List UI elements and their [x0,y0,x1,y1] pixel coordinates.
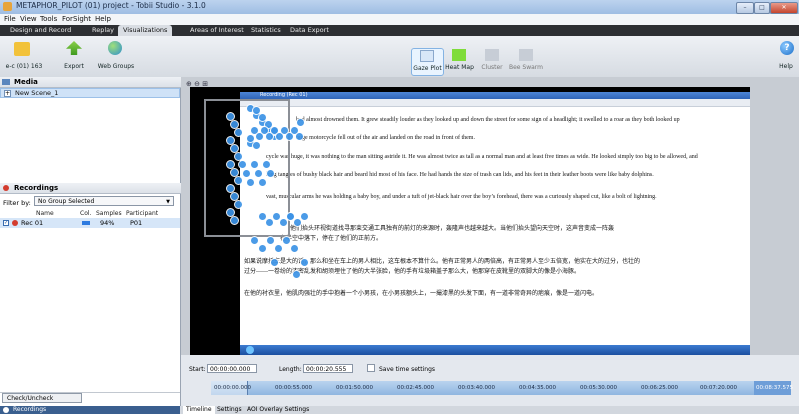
check-uncheck-button[interactable]: Check/Uncheck [2,393,82,403]
timeline-tick: 00:05:30.000 [580,385,617,391]
timeline-tick: 00:01:50.000 [336,385,373,391]
recordings-footer[interactable]: Recordings [0,406,180,414]
tab-timeline[interactable]: Timeline [183,406,215,414]
timeline-tick: 00:02:45.000 [397,385,434,391]
timeline-tick: 00:03:40.000 [458,385,495,391]
bottom-tabs: Timeline Settings AOI Overlay Settings [181,406,799,414]
gaze-fixation [246,178,255,187]
gaze-fixation [258,178,267,187]
gaze-fixation [262,160,271,169]
timeline-tick: 00:00:55.000 [275,385,312,391]
start-label: Start: [189,366,206,373]
gaze-fixation [252,141,261,150]
tab-settings[interactable]: Settings [217,406,242,414]
length-time-input[interactable]: 00:00:20.555 [303,364,353,373]
gaze-plot-layer [0,0,799,355]
gaze-fixation [234,128,243,137]
timeline-tick: 00:07:20.000 [700,385,737,391]
gaze-fixation [230,216,239,225]
gaze-fixation [254,169,263,178]
recordings-footer-label: Recordings [13,406,47,413]
gaze-fixation [234,176,243,185]
gaze-fixation [296,118,305,127]
gaze-fixation [242,169,251,178]
start-orb-icon [246,346,254,354]
gaze-fixation [270,258,279,267]
gaze-fixation [238,160,247,169]
gaze-fixation [300,212,309,221]
gaze-fixation [258,244,267,253]
gaze-fixation [250,236,259,245]
length-label: Length: [279,366,302,373]
gaze-fixation [295,132,304,141]
timeline-tick: 00:04:35.000 [519,385,556,391]
timeline-tick: 00:00:00.000 [214,385,251,391]
gaze-fixation [250,160,259,169]
gaze-fixation [300,258,309,267]
gaze-fixation [266,236,275,245]
gaze-fixation [274,244,283,253]
timeline-tick: 00:08:37.575 [756,385,793,391]
save-time-checkbox[interactable] [367,364,375,372]
gaze-fixation [234,200,243,209]
gaze-fixation [292,270,301,279]
recordings-footer-icon [3,407,9,413]
start-time-input[interactable]: 00:00:00.000 [207,364,257,373]
timeline-tick: 00:06:25.000 [641,385,678,391]
save-time-label: Save time settings [379,366,436,373]
gaze-fixation [286,212,295,221]
stimulus-taskbar [240,345,750,355]
gaze-fixation [290,244,299,253]
gaze-fixation [266,169,275,178]
gaze-fixation [282,236,291,245]
tab-aoi-overlay-settings[interactable]: AOI Overlay Settings [247,406,309,414]
